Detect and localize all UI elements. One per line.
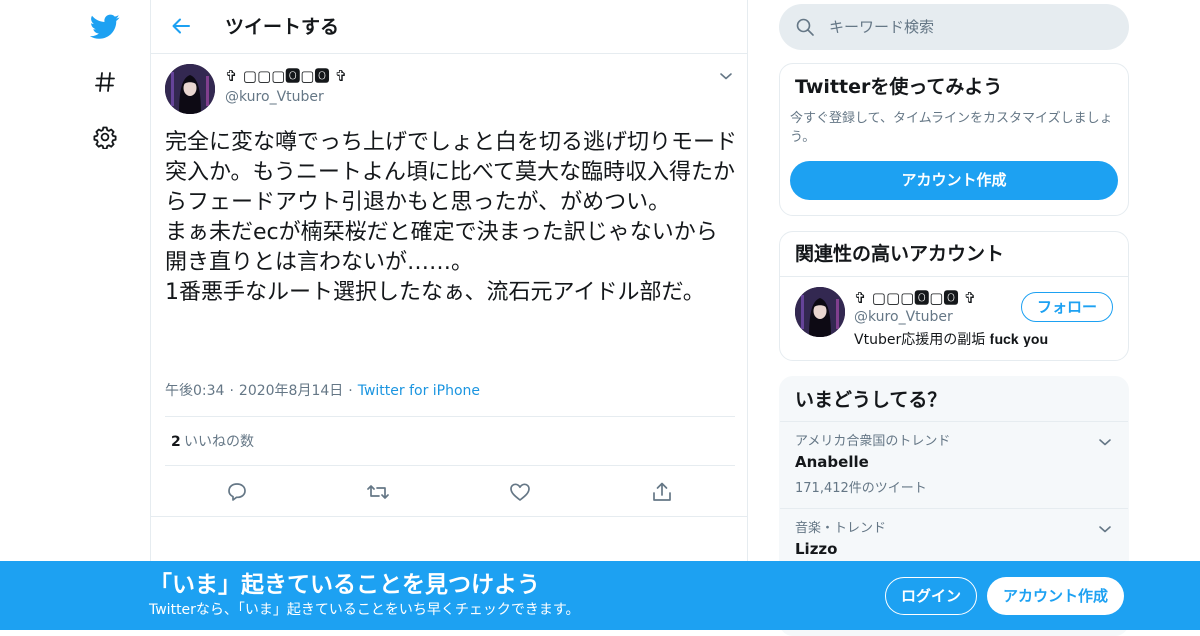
tweet-time[interactable]: 午後0:34 — [165, 383, 224, 399]
banner-subtitle: Twitterなら、「いま」起きていることをいち早くチェックできます。 — [149, 602, 580, 618]
page-title: ツイートする — [225, 16, 340, 38]
login-button[interactable]: ログイン — [885, 577, 977, 615]
trend-name: Lizzo — [795, 540, 838, 558]
left-nav — [0, 0, 150, 630]
create-account-button[interactable]: アカウント作成 — [790, 161, 1118, 200]
signup-card-description: 今すぐ登録して、タイムラインをカスタマイズしましょう。 — [790, 111, 1113, 145]
related-accounts-title: 関連性の高いアカウント — [795, 243, 1005, 265]
related-bio: Vtuber応援用の副垢 𝐟𝐮𝐜𝐤 𝐲𝐨𝐮 — [854, 332, 1049, 348]
divider — [780, 421, 1128, 422]
display-name[interactable]: ✞ ▢▢▢🅾▢🅾 ✞ — [225, 66, 347, 86]
likes-row[interactable]: 2 いいねの数 — [165, 416, 735, 466]
search-box[interactable] — [779, 4, 1129, 50]
gear-icon[interactable] — [87, 119, 123, 155]
main-column: ツイートする ✞ ▢▢▢🅾▢🅾 ✞ @kuro_Vtuber 完全に変な噂でっち… — [150, 0, 748, 630]
signup-banner: 「いま」起きていることを見つけよう Twitterなら、「いま」起きていることを… — [0, 561, 1200, 630]
hashtag-icon[interactable] — [87, 64, 123, 100]
likes-count: 2 — [171, 434, 181, 450]
handle[interactable]: @kuro_Vtuber — [225, 87, 324, 107]
tweet-meta: 午後0:34 · 2020年8月14日 · Twitter for iPhone — [165, 381, 480, 401]
back-arrow-icon[interactable] — [169, 14, 193, 38]
search-input[interactable] — [829, 16, 1109, 38]
trend-count: 171,412件のツイート — [795, 481, 927, 496]
banner-title: 「いま」起きていることを見つけよう — [149, 572, 540, 598]
likes-label: いいねの数 — [184, 434, 254, 450]
trend-context: アメリカ合衆国のトレンド — [795, 434, 951, 449]
related-handle[interactable]: @kuro_Vtuber — [854, 307, 953, 327]
separator: · — [229, 383, 234, 399]
divider — [780, 276, 1128, 277]
related-display-name[interactable]: ✞ ▢▢▢🅾▢🅾 ✞ — [854, 288, 976, 308]
separator: · — [348, 383, 353, 399]
search-icon — [795, 17, 815, 37]
tweet-actions — [151, 466, 747, 517]
tweet-date[interactable]: 2020年8月14日 — [239, 383, 343, 399]
trends-title: いまどうしてる？ — [795, 389, 947, 411]
reply-icon[interactable] — [225, 480, 249, 504]
retweet-icon[interactable] — [366, 480, 390, 504]
tweet-text: 完全に変な噂でっち上げでしょと白を切る逃げ切りモード突入か。もうニートよん頃に比… — [165, 130, 738, 305]
avatar[interactable] — [795, 287, 845, 337]
related-accounts-card: 関連性の高いアカウント ✞ ▢▢▢🅾▢🅾 ✞ @kuro_Vtuber Vtub… — [779, 231, 1129, 361]
trend-name: Anabelle — [795, 453, 869, 471]
trend-context: 音楽・トレンド — [795, 521, 887, 536]
chevron-down-icon[interactable] — [716, 66, 736, 86]
chevron-down-icon[interactable] — [1096, 520, 1114, 538]
avatar[interactable] — [165, 64, 215, 114]
page-header: ツイートする — [151, 0, 747, 54]
signup-card: Twitterを使ってみよう 今すぐ登録して、タイムラインをカスタマイズしましょ… — [779, 63, 1129, 216]
twitter-logo-icon[interactable] — [87, 9, 123, 45]
chevron-down-icon[interactable] — [1096, 433, 1114, 451]
share-icon[interactable] — [650, 480, 674, 504]
divider — [780, 508, 1128, 509]
heart-icon[interactable] — [508, 480, 532, 504]
banner-create-account-button[interactable]: アカウント作成 — [987, 577, 1124, 615]
signup-card-title: Twitterを使ってみよう — [795, 76, 1003, 98]
tweet-source-link[interactable]: Twitter for iPhone — [358, 383, 480, 399]
follow-button[interactable]: フォロー — [1021, 292, 1113, 322]
